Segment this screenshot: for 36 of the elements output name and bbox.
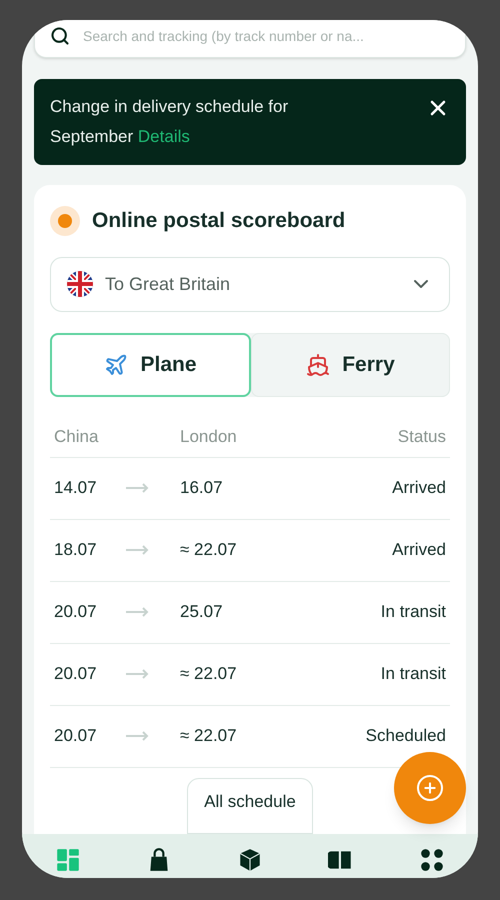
mode-tab[interactable]: Plane <box>50 332 251 396</box>
table-cell-text: 20.07 <box>54 725 98 748</box>
table-cell-text: 25.07 <box>180 601 224 624</box>
card-title: Online postal scoreboard <box>92 208 346 234</box>
table-cell-text: Arrived <box>392 539 446 562</box>
table-cell-text: Scheduled <box>366 725 446 748</box>
arrow-right-icon <box>126 607 150 617</box>
column-header: China <box>54 426 100 448</box>
flag-icon <box>67 271 93 297</box>
table-cell-text: 20.07 <box>54 663 98 686</box>
column-header: London <box>180 426 238 448</box>
all-schedule-button[interactable]: All schedule <box>187 778 313 834</box>
arrow-right-icon <box>126 483 150 493</box>
table-cell-text: 18.07 <box>54 539 98 562</box>
table-cell-text: ≈ 22.07 <box>180 663 238 686</box>
table-cell-text: In transit <box>380 663 446 686</box>
arrow-right-icon <box>126 731 150 741</box>
apps-icon[interactable] <box>419 846 446 872</box>
search-field[interactable]: Search and tracking (by track number or na... <box>34 20 466 58</box>
table-cell-text: ≈ 22.07 <box>180 539 238 562</box>
arrow-right-icon <box>126 545 150 555</box>
table-cell-text: 20.07 <box>54 601 98 624</box>
arrow-right-icon <box>126 669 150 679</box>
table-cell-text: Arrived <box>392 477 446 500</box>
ship-icon <box>306 352 330 376</box>
destination-dropdown[interactable]: To Great Britain <box>50 256 450 312</box>
column-header: Status <box>398 426 446 448</box>
details-link[interactable]: Details <box>138 127 190 146</box>
table-cell-text: In transit <box>380 601 446 624</box>
table-cell-text: ≈ 22.07 <box>180 725 238 748</box>
table-cell-text: 14.07 <box>54 477 98 500</box>
search-icon <box>50 26 70 46</box>
table-cell-text: 16.07 <box>180 477 224 500</box>
plane-icon <box>104 352 128 376</box>
notice-text: Change in delivery schedule for September Details <box>50 96 290 148</box>
mode-tab[interactable]: Ferry <box>251 332 450 396</box>
